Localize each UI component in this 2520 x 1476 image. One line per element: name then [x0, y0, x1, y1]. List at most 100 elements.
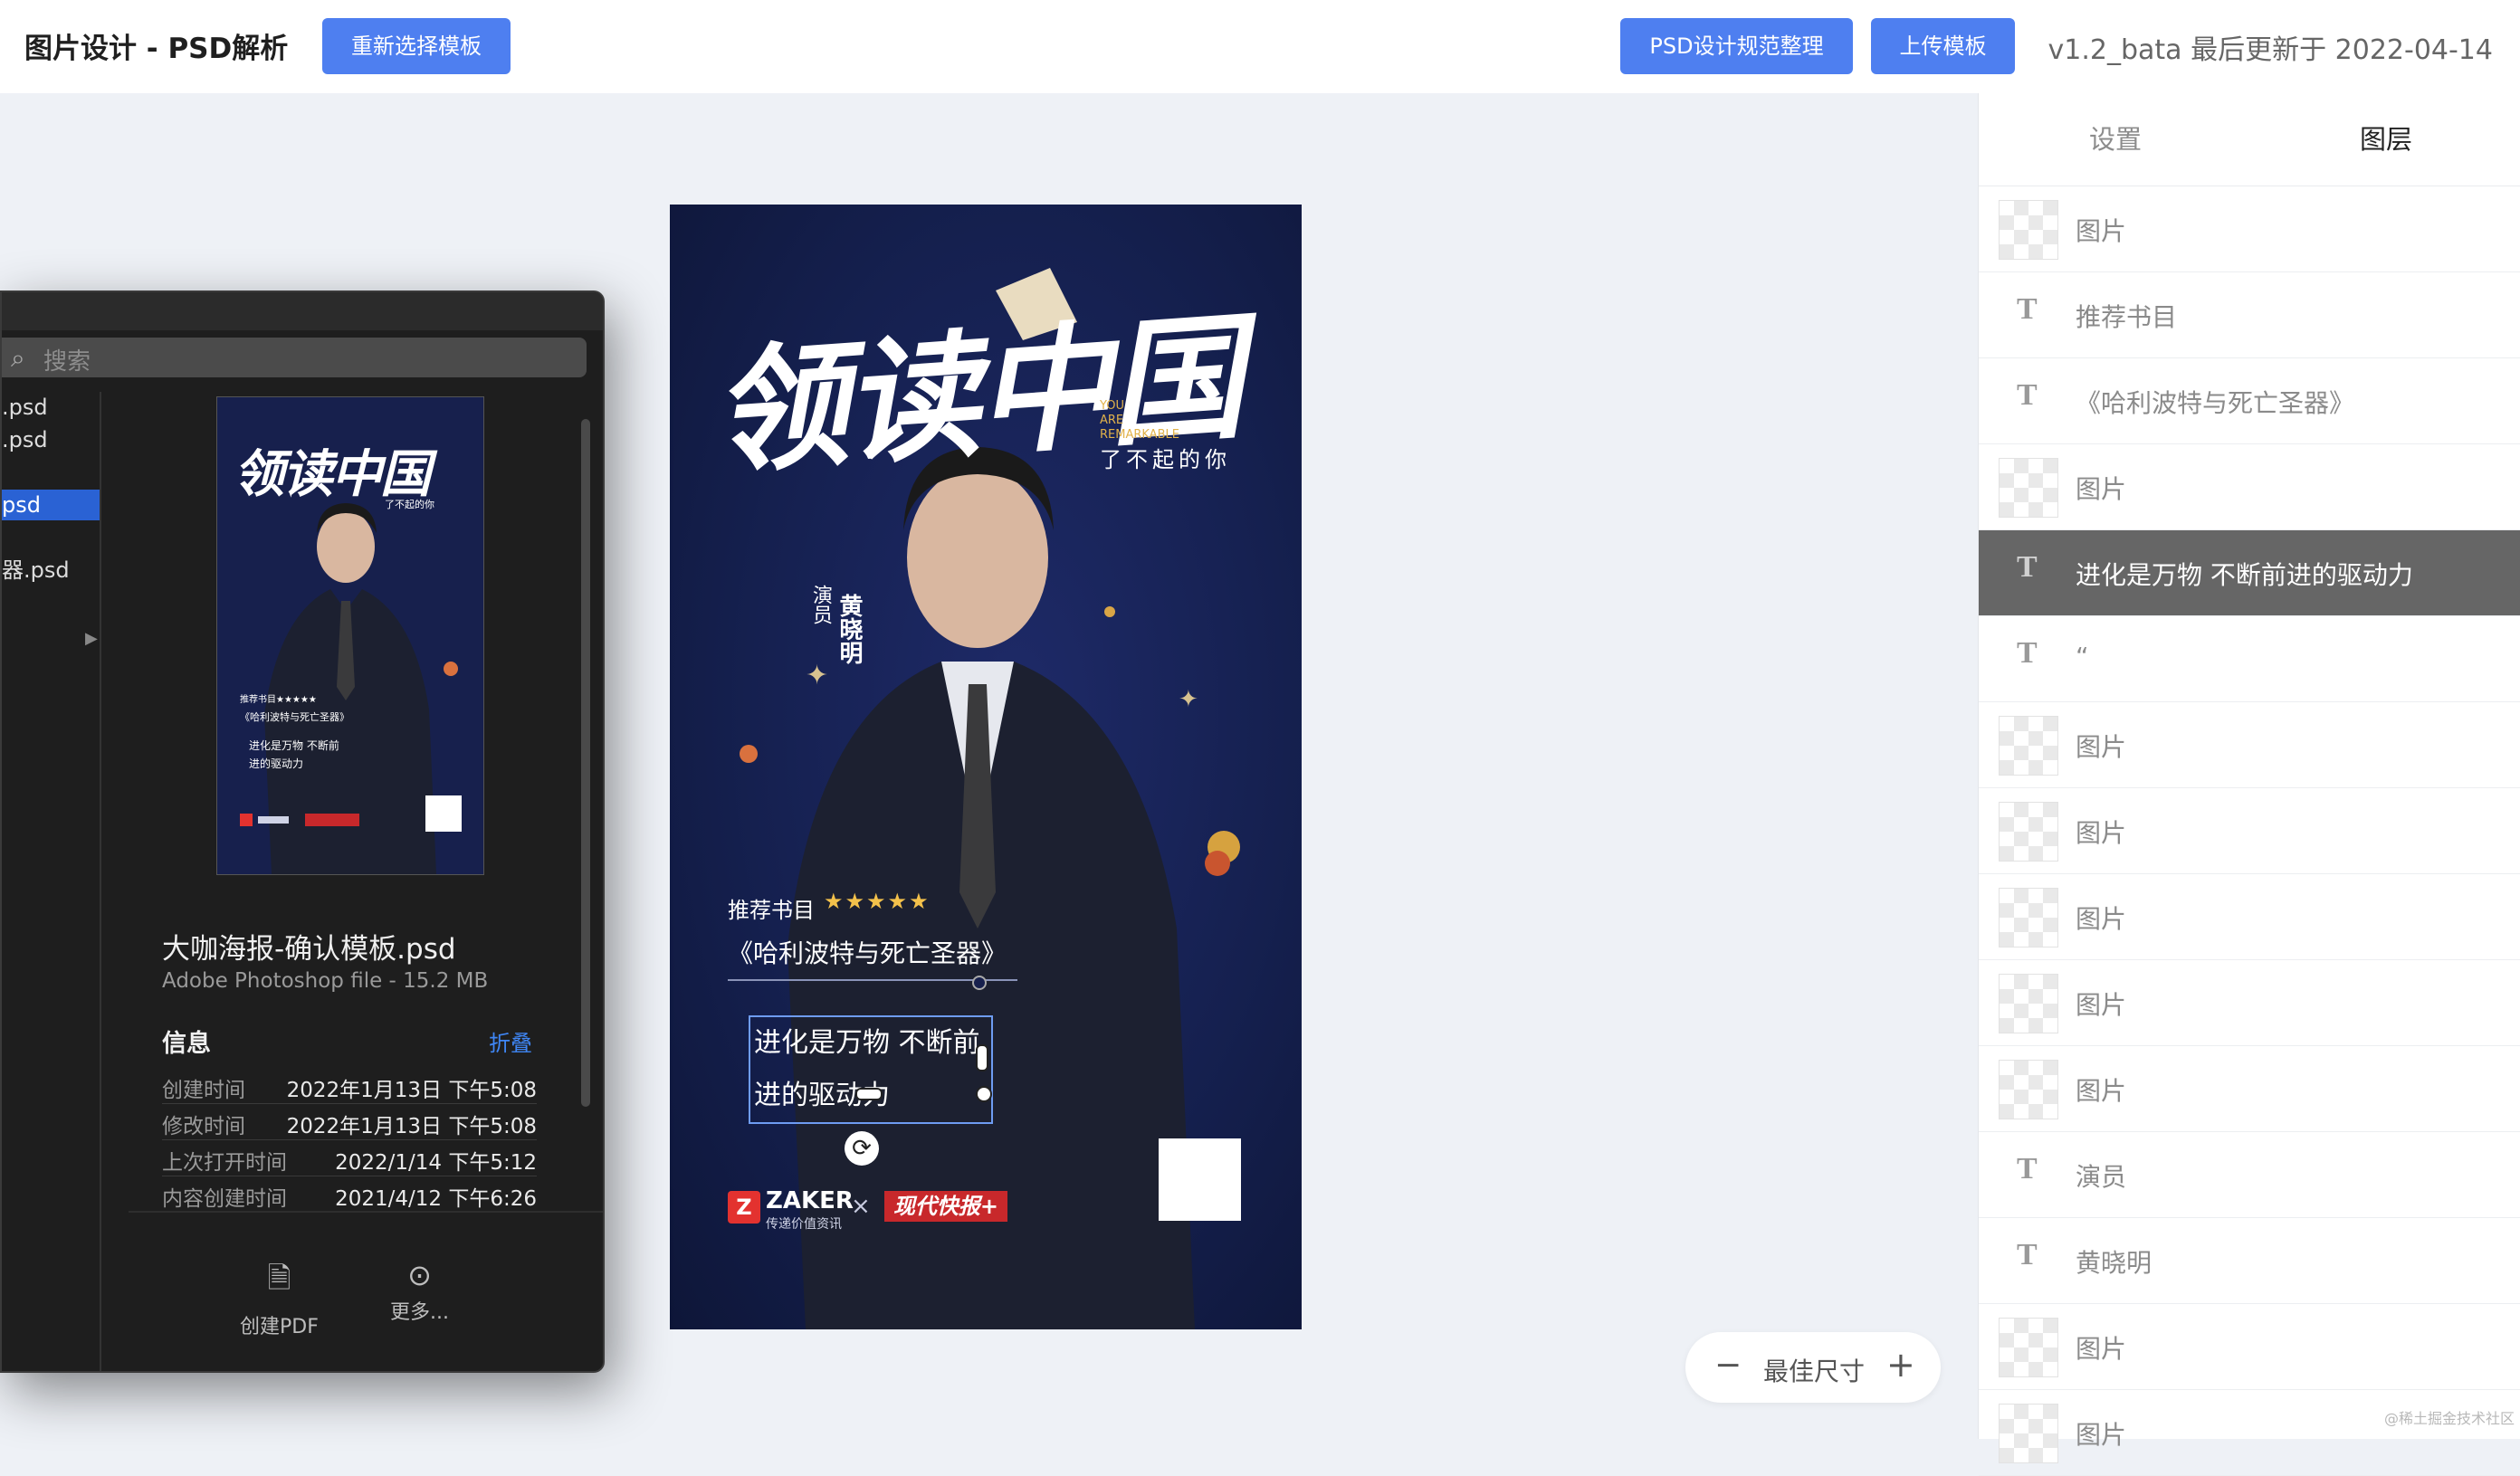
resize-handle-top-right[interactable]	[972, 976, 987, 990]
layer-name: “	[2076, 642, 2089, 671]
deco-dot-orange-2	[1205, 851, 1230, 876]
zoom-out-button[interactable]: −	[1714, 1347, 1742, 1384]
app-title: 图片设计 - PSD解析	[24, 33, 289, 65]
preview-title: 领读中国	[234, 444, 431, 504]
text-layer-icon: T	[2017, 292, 2038, 326]
search-icon: ⌕	[11, 343, 25, 373]
layer-name: 图片	[2076, 1334, 2127, 1364]
poster-recommend-label[interactable]: 推荐书目	[728, 892, 815, 924]
info-value: 2021/4/12 下午6:26	[335, 1187, 537, 1211]
layer-item[interactable]: 图片	[1979, 874, 2520, 960]
finder-file-column: .psd .psd psd 器.psd ▶	[2, 392, 101, 1371]
text-layer-icon: T	[2017, 636, 2038, 670]
upload-template-button[interactable]: 上传模板	[1871, 18, 2015, 74]
layer-name: 黄晓明	[2076, 1248, 2152, 1278]
image-layer-thumbnail	[1999, 200, 2058, 260]
layer-item[interactable]: T 演员	[1979, 1132, 2520, 1218]
layer-item[interactable]: T 进化是万物 不断前进的驱动力	[1979, 530, 2520, 616]
qr-placeholder[interactable]	[1159, 1138, 1241, 1221]
poster-subtitle[interactable]: 了不起的你	[1100, 442, 1231, 473]
layer-item[interactable]: T 推荐书目	[1979, 272, 2520, 358]
finder-window: ⌕ 搜索 .psd .psd psd 器.psd ▶ 领读中国 了不起的你 推荐…	[0, 290, 605, 1373]
resize-handle-corner[interactable]	[976, 1086, 992, 1102]
layer-item[interactable]: T 《哈利波特与死亡圣器》	[1979, 358, 2520, 444]
zoom-fit-button[interactable]: 最佳尺寸	[1763, 1352, 1865, 1388]
tab-layers[interactable]: 图层	[2360, 93, 2412, 186]
text-layer-icon: T	[2017, 1238, 2038, 1271]
preview-subtitle: 了不起的你	[385, 499, 434, 510]
panel-tabs: 设置 图层	[1979, 93, 2520, 186]
poster-canvas[interactable]: ✦ ✦ 领读中国 YOU ARE REMARKABLE 了不起的你 演员 黄晓明…	[670, 205, 1302, 1329]
file-item[interactable]: 器.psd	[2, 555, 100, 586]
image-layer-thumbnail	[1999, 1404, 2058, 1463]
finder-search-field[interactable]: ⌕ 搜索	[2, 338, 587, 377]
poster-quote-selected[interactable]: 进化是万物 不断前进的驱动力	[749, 1015, 993, 1124]
pdf-doc-icon: 🗎	[267, 1261, 291, 1295]
poster-role[interactable]: 演员	[806, 585, 835, 624]
reselect-template-button[interactable]: 重新选择模板	[322, 18, 511, 74]
zoom-in-button[interactable]: +	[1886, 1345, 1915, 1385]
preview-dot	[444, 662, 458, 676]
info-row: 修改时间 2022年1月13日 下午5:08	[162, 1103, 537, 1140]
person-head	[907, 467, 1048, 648]
poster-book-title[interactable]: 《哈利波特与死亡圣器》	[728, 934, 1007, 970]
file-kind: Adobe Photoshop file - 15.2 MB	[162, 969, 489, 993]
sparkle-icon: ✦	[806, 660, 828, 691]
layer-item[interactable]: 图片	[1979, 1046, 2520, 1132]
info-key: 创建时间	[162, 1079, 245, 1102]
rotate-icon[interactable]: ⟳	[845, 1131, 879, 1166]
partner-logo: 现代快报+	[884, 1191, 1007, 1222]
image-layer-thumbnail	[1999, 1060, 2058, 1119]
preview-head	[317, 510, 375, 583]
resize-handle-right[interactable]	[976, 1044, 988, 1071]
info-heading: 信息	[162, 1030, 211, 1058]
preview-book: 《哈利波特与死亡圣器》	[240, 711, 349, 723]
poster-you-are-text: YOU ARE REMARKABLE	[1100, 399, 1179, 442]
finder-actions: 🗎 创建PDF ⊙ 更多...	[129, 1211, 603, 1371]
ellipsis-circle-icon: ⊙	[407, 1258, 432, 1292]
file-preview: 领读中国 了不起的你 推荐书目★★★★★ 《哈利波特与死亡圣器》 进化是万物 不…	[216, 396, 484, 875]
more-button[interactable]: ⊙ 更多...	[390, 1258, 449, 1325]
layer-item[interactable]: 图片	[1979, 186, 2520, 272]
info-key: 修改时间	[162, 1115, 245, 1138]
text-layer-icon: T	[2017, 1152, 2038, 1186]
sparkle-icon-2: ✦	[1179, 686, 1198, 713]
cross-mark: ×	[851, 1193, 871, 1220]
file-item[interactable]: .psd	[2, 392, 100, 423]
layer-item[interactable]: 图片	[1979, 960, 2520, 1046]
chevron-right-icon: ▶	[85, 629, 98, 648]
file-item[interactable]: .psd	[2, 424, 100, 455]
psd-spec-button[interactable]: PSD设计规范整理	[1620, 18, 1853, 74]
create-pdf-button[interactable]: 🗎 创建PDF	[240, 1258, 319, 1339]
poster-name[interactable]: 黄晓明	[833, 594, 866, 664]
resize-handle-bottom[interactable]	[855, 1088, 883, 1100]
layer-name: 图片	[2076, 990, 2127, 1020]
zaker-subtext: 传递价值资讯	[766, 1217, 842, 1232]
layer-item[interactable]: 图片	[1979, 788, 2520, 874]
layer-item[interactable]: 图片	[1979, 702, 2520, 788]
layer-item[interactable]: 图片	[1979, 1304, 2520, 1390]
more-label: 更多...	[390, 1301, 449, 1324]
tab-settings[interactable]: 设置	[2089, 93, 2142, 186]
layer-item[interactable]: 图片	[1979, 1390, 2520, 1476]
layer-name: 图片	[2076, 1420, 2127, 1450]
layer-item[interactable]: 图片	[1979, 444, 2520, 530]
layer-name: 推荐书目	[2076, 302, 2178, 332]
info-fold-link[interactable]: 折叠	[489, 1025, 532, 1057]
image-layer-thumbnail	[1999, 716, 2058, 776]
info-row: 创建时间 2022年1月13日 下午5:08	[162, 1067, 537, 1104]
poster-stars[interactable]: ★★★★★	[824, 889, 931, 914]
layer-name: 图片	[2076, 216, 2127, 246]
finder-titlebar[interactable]	[2, 292, 603, 330]
layer-item[interactable]: T 黄晓明	[1979, 1218, 2520, 1304]
info-value: 2022/1/14 下午5:12	[335, 1151, 537, 1175]
layer-item[interactable]: T “	[1979, 616, 2520, 702]
preview-qr	[425, 795, 462, 832]
finder-scrollbar[interactable]	[581, 419, 590, 1107]
file-item-selected[interactable]: psd	[2, 490, 100, 520]
layer-name: 图片	[2076, 904, 2127, 934]
preview-logos	[240, 814, 359, 826]
layer-name: 演员	[2076, 1162, 2127, 1192]
search-placeholder: 搜索	[43, 348, 91, 376]
layer-name: 图片	[2076, 818, 2127, 848]
